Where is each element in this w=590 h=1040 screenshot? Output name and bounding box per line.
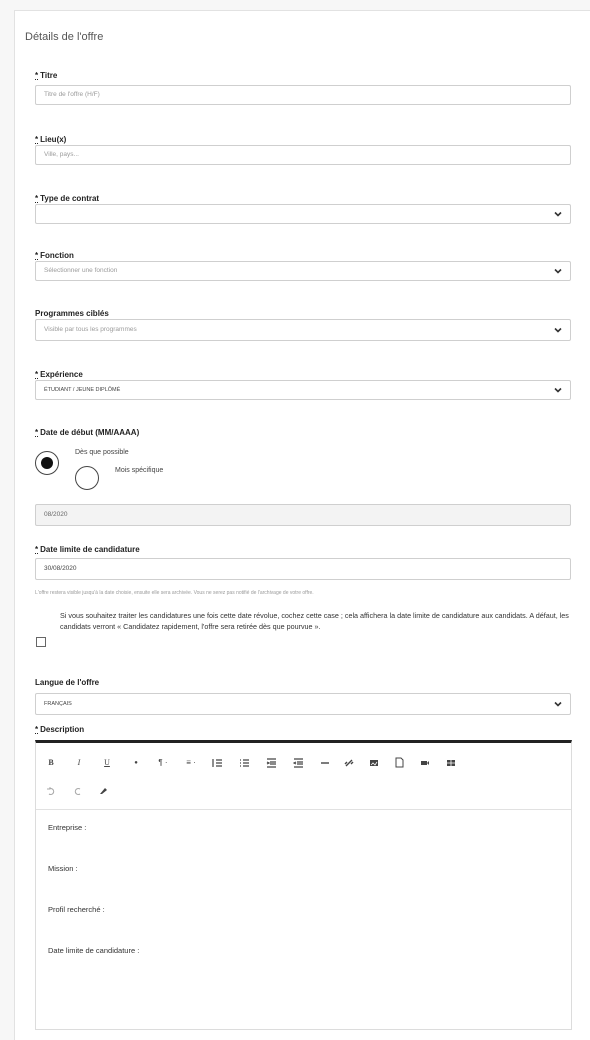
show-deadline-checkbox-label: Si vous souhaitez traiter les candidatur… bbox=[60, 611, 569, 631]
chevron-down-icon bbox=[554, 701, 562, 707]
description-editor[interactable]: B I U ● ¶ · ≡ · Entreprise : Mission : P… bbox=[35, 740, 572, 1030]
chevron-down-icon bbox=[554, 268, 562, 274]
date-debut-input: 08/2020 bbox=[35, 504, 571, 526]
required-marker: * bbox=[35, 545, 39, 554]
experience-value: ÉTUDIANT / JEUNE DIPLÔMÉ bbox=[44, 387, 121, 393]
bold-button[interactable]: B bbox=[44, 757, 58, 769]
required-marker: * bbox=[35, 251, 39, 260]
table-icon[interactable] bbox=[446, 758, 456, 768]
date-limite-input[interactable]: 30/08/2020 bbox=[35, 558, 571, 580]
file-icon[interactable] bbox=[395, 757, 404, 768]
paragraph-button[interactable]: ¶ · bbox=[153, 757, 173, 769]
underline-button[interactable]: U bbox=[100, 757, 114, 769]
label-date-debut: * Date de début (MM/AAAA) bbox=[35, 428, 140, 437]
chevron-down-icon bbox=[554, 211, 562, 217]
eraser-icon[interactable] bbox=[98, 786, 108, 796]
link-icon[interactable] bbox=[344, 758, 354, 768]
section-title: Détails de l'offre bbox=[25, 31, 104, 43]
label-lieux: * Lieu(x) bbox=[35, 135, 67, 144]
label-description: * Description bbox=[35, 725, 85, 734]
label-programmes: Programmes ciblés bbox=[35, 309, 109, 318]
outdent-icon[interactable] bbox=[293, 758, 304, 768]
align-button[interactable]: ≡ · bbox=[181, 757, 201, 769]
label-type-contrat: * Type de contrat bbox=[35, 194, 100, 203]
show-deadline-checkbox[interactable] bbox=[36, 637, 46, 647]
required-marker: * bbox=[35, 135, 39, 144]
content-line-profil: Profil recherché : bbox=[48, 905, 105, 914]
undo-icon[interactable] bbox=[46, 786, 56, 796]
programmes-value: Visible par tous les programmes bbox=[44, 326, 137, 333]
video-icon[interactable] bbox=[420, 758, 430, 768]
content-line-entreprise: Entreprise : bbox=[48, 823, 87, 832]
titre-input[interactable]: Titre de l'offre (H/F) bbox=[35, 85, 571, 105]
label-titre: * Titre bbox=[35, 71, 58, 80]
langue-select[interactable]: FRANÇAIS bbox=[35, 693, 571, 715]
label-date-limite: * Date limite de candidature bbox=[35, 545, 140, 554]
text-color-button[interactable]: ● bbox=[129, 757, 143, 769]
langue-value: FRANÇAIS bbox=[44, 701, 72, 707]
radio-selected-dot bbox=[40, 456, 53, 469]
offer-details-card: Détails de l'offre * Titre Titre de l'off… bbox=[14, 10, 590, 1040]
fonction-select[interactable]: Sélectionner une fonction bbox=[35, 261, 571, 281]
label-langue: Langue de l'offre bbox=[35, 678, 100, 687]
bulleted-list-icon[interactable] bbox=[239, 758, 250, 768]
label-fonction: * Fonction bbox=[35, 251, 74, 260]
programmes-select[interactable]: Visible par tous les programmes bbox=[35, 319, 571, 341]
editor-toolbar: B I U ● ¶ · ≡ · bbox=[36, 743, 571, 810]
required-marker: * bbox=[35, 194, 39, 203]
indent-icon[interactable] bbox=[266, 758, 277, 768]
archive-note: L'offre restera visible jusqu'à la date … bbox=[35, 590, 314, 596]
fonction-value: Sélectionner une fonction bbox=[44, 267, 118, 274]
label-experience: * Expérience bbox=[35, 370, 83, 379]
image-icon[interactable] bbox=[369, 758, 379, 768]
required-marker: * bbox=[35, 725, 39, 734]
content-line-date-limite: Date limite de candidature : bbox=[48, 946, 140, 955]
lieux-input[interactable]: Ville, pays... bbox=[35, 145, 571, 165]
required-marker: * bbox=[35, 370, 39, 379]
ordered-list-icon[interactable] bbox=[212, 758, 223, 768]
radio-label-des-que-possible: Dès que possible bbox=[75, 449, 129, 456]
radio-des-que-possible[interactable] bbox=[35, 451, 59, 475]
redo-icon[interactable] bbox=[73, 786, 83, 796]
horizontal-rule-icon[interactable] bbox=[320, 758, 330, 768]
radio-mois-specifique[interactable] bbox=[75, 466, 99, 490]
chevron-down-icon bbox=[554, 387, 562, 393]
chevron-down-icon bbox=[554, 327, 562, 333]
italic-button[interactable]: I bbox=[72, 757, 86, 769]
type-contrat-select[interactable] bbox=[35, 204, 571, 224]
content-line-mission: Mission : bbox=[48, 864, 78, 873]
required-marker: * bbox=[35, 71, 39, 80]
experience-select[interactable]: ÉTUDIANT / JEUNE DIPLÔMÉ bbox=[35, 380, 571, 400]
required-marker: * bbox=[35, 428, 39, 437]
radio-label-mois-specifique: Mois spécifique bbox=[115, 467, 164, 474]
